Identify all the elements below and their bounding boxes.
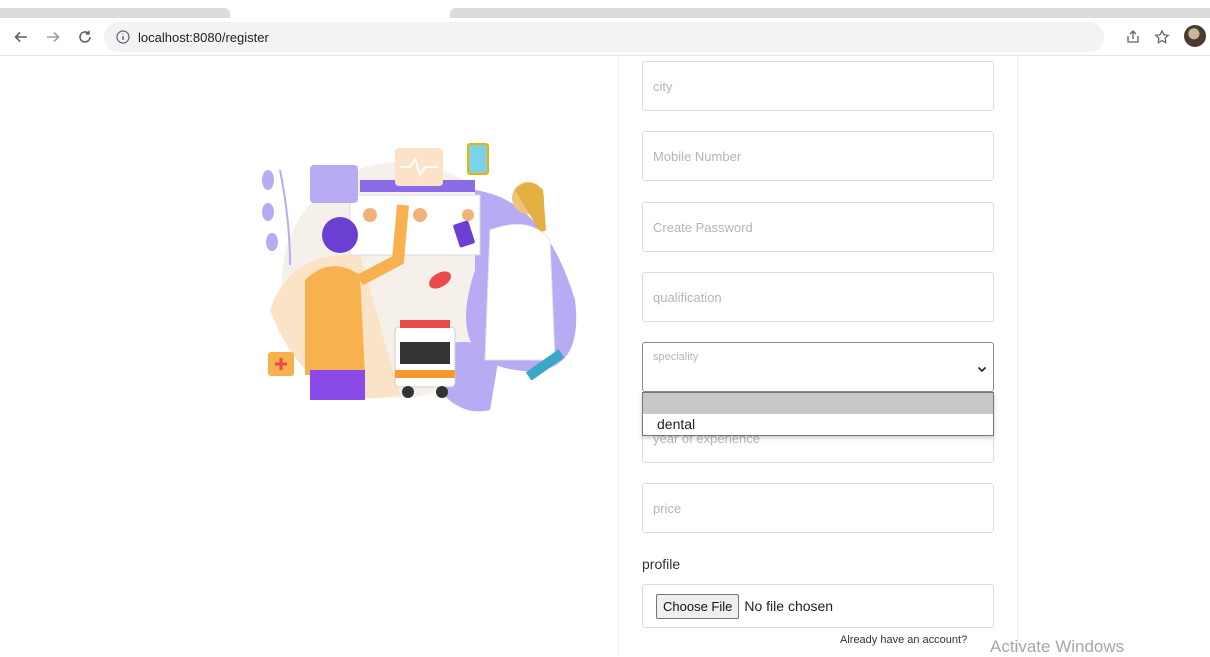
speciality-dropdown: dental bbox=[642, 392, 994, 436]
profile-avatar[interactable] bbox=[1184, 25, 1206, 47]
doctor-illustration bbox=[262, 143, 577, 412]
speciality-option-empty[interactable] bbox=[643, 393, 993, 414]
star-icon bbox=[1154, 29, 1170, 44]
login-link[interactable]: Already have an account? bbox=[840, 634, 967, 646]
arrow-right-icon bbox=[47, 31, 60, 43]
file-status-text: No file chosen bbox=[744, 598, 834, 614]
speciality-option-dental[interactable]: dental bbox=[643, 414, 993, 435]
address-bar[interactable]: localhost:8080/register bbox=[104, 22, 1104, 52]
city-input[interactable] bbox=[642, 61, 994, 111]
qualification-input[interactable] bbox=[642, 272, 994, 322]
speciality-selected-value: speciality bbox=[653, 351, 699, 363]
reload-button[interactable] bbox=[74, 26, 96, 48]
tab-background[interactable] bbox=[0, 8, 230, 18]
create-password-input[interactable] bbox=[642, 202, 994, 252]
arrow-left-icon bbox=[14, 31, 27, 43]
reload-icon bbox=[79, 30, 91, 43]
speciality-select[interactable]: speciality bbox=[642, 342, 994, 392]
bookmark-button[interactable] bbox=[1151, 26, 1173, 48]
share-button[interactable] bbox=[1122, 26, 1144, 48]
price-input[interactable] bbox=[642, 483, 994, 533]
tab-background[interactable] bbox=[450, 8, 1210, 18]
forward-button[interactable] bbox=[42, 26, 64, 48]
browser-toolbar: localhost:8080/register bbox=[0, 20, 1210, 56]
profile-label: profile bbox=[642, 556, 681, 572]
tab-strip bbox=[0, 0, 1210, 20]
choose-file-button[interactable]: Choose File bbox=[656, 593, 740, 619]
url-text: localhost:8080/register bbox=[138, 29, 269, 45]
mobile-number-input[interactable] bbox=[642, 131, 994, 181]
info-icon[interactable] bbox=[116, 30, 130, 44]
chevron-down-icon bbox=[977, 366, 987, 373]
back-button[interactable] bbox=[10, 26, 32, 48]
activate-windows-watermark: Activate Windows bbox=[990, 637, 1125, 656]
profile-file-input[interactable]: Choose File No file chosen bbox=[642, 584, 994, 628]
share-icon bbox=[1127, 30, 1139, 43]
